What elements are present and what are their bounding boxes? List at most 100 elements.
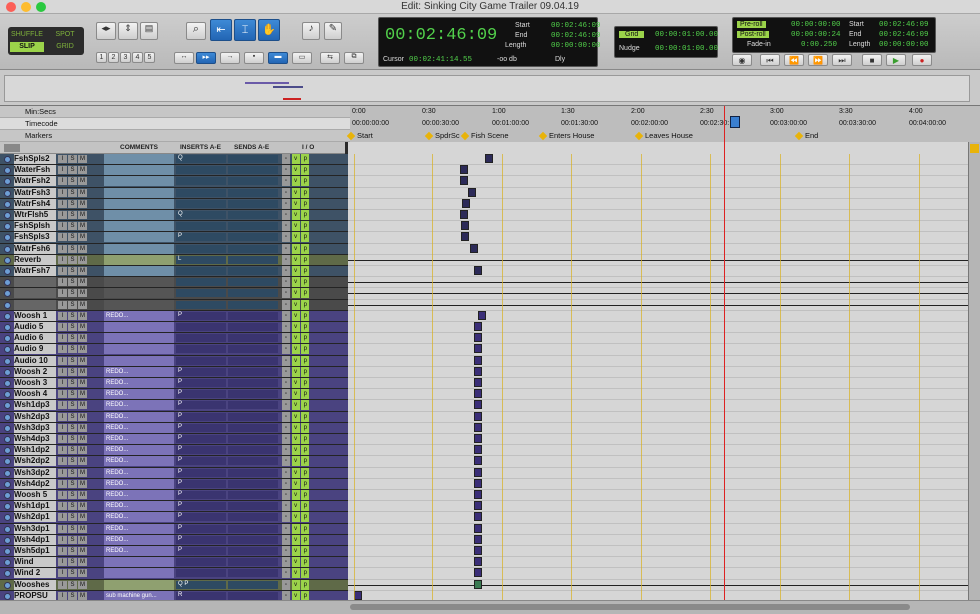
track-view-icon[interactable] <box>4 156 11 163</box>
track-row[interactable]: Wsh2dp1 I S M REDO... P ▫ v p <box>0 512 348 524</box>
track-comment[interactable]: REDO... <box>104 366 174 377</box>
timeline-lane[interactable] <box>348 546 968 558</box>
online-icon[interactable]: ◉ <box>732 54 752 66</box>
track-sends[interactable] <box>228 199 278 208</box>
track-name[interactable]: Wsh3dp1 <box>14 523 56 534</box>
io-pan-icon[interactable]: p <box>301 501 310 512</box>
io-pan-icon[interactable]: p <box>301 254 310 265</box>
return-to-zero-icon[interactable]: ⏮ <box>760 54 780 66</box>
play-icon[interactable]: ▶ <box>886 54 906 66</box>
io-volume-icon[interactable]: v <box>291 456 300 467</box>
io-type-icon[interactable]: ▫ <box>282 198 290 209</box>
end-value[interactable]: 00:02:46:09 <box>551 32 601 40</box>
grabber-tool-icon[interactable]: ✋ <box>258 19 280 41</box>
track-io[interactable]: ▫ v p <box>282 333 338 344</box>
horizontal-scroll-thumb[interactable] <box>350 604 910 610</box>
io-volume-icon[interactable]: v <box>291 546 300 556</box>
track-comment[interactable]: REDO... <box>104 456 174 467</box>
track-sends[interactable] <box>228 300 278 309</box>
io-type-icon[interactable]: ▫ <box>282 490 290 500</box>
track-io[interactable]: ▫ v p <box>282 523 338 534</box>
overview-timeline[interactable] <box>4 75 970 102</box>
timeline-lane[interactable] <box>348 154 968 166</box>
io-type-icon[interactable]: ▫ <box>282 187 290 198</box>
track-view-icon[interactable] <box>4 290 11 298</box>
zoom-out-icon[interactable]: ◂▸ <box>96 22 116 40</box>
track-sends[interactable] <box>228 547 278 555</box>
track-comment[interactable] <box>104 243 174 254</box>
track-inserts[interactable]: P <box>176 379 226 387</box>
track-view-icon[interactable] <box>4 447 11 455</box>
io-type-icon[interactable]: ▫ <box>282 590 290 600</box>
tc-length-value[interactable]: 00:00:00:00 <box>879 41 929 49</box>
track-view-icon[interactable] <box>4 268 11 275</box>
track-io[interactable]: ▫ v p <box>282 422 338 433</box>
track-io[interactable]: ▫ v p <box>282 534 338 545</box>
track-comment[interactable]: REDO... <box>104 501 174 512</box>
track-sends[interactable] <box>228 412 278 421</box>
track-inserts[interactable] <box>176 199 226 208</box>
io-volume-icon[interactable]: v <box>291 198 300 209</box>
input-monitor-button[interactable]: I <box>58 356 67 365</box>
input-monitor-button[interactable]: I <box>58 311 67 320</box>
input-monitor-button[interactable]: I <box>58 457 67 466</box>
track-name[interactable]: Woosh 4 <box>14 389 56 400</box>
input-monitor-button[interactable]: I <box>58 446 67 455</box>
track-comment[interactable]: REDO... <box>104 467 174 478</box>
solo-button[interactable]: S <box>68 591 77 600</box>
track-io[interactable]: ▫ v p <box>282 355 338 366</box>
io-volume-icon[interactable]: v <box>291 434 300 444</box>
audio-clip[interactable] <box>474 445 482 455</box>
mute-button[interactable]: M <box>78 255 87 264</box>
io-pan-icon[interactable]: p <box>301 322 310 332</box>
audio-clip[interactable] <box>468 187 476 197</box>
zoom-preset-1[interactable]: 1 <box>96 52 107 63</box>
timeline-lane[interactable] <box>348 322 968 334</box>
track-comment[interactable] <box>104 344 174 355</box>
io-type-icon[interactable]: ▫ <box>282 154 290 164</box>
track-row[interactable]: Reverb I S M L ▫ v p <box>0 254 348 266</box>
track-io[interactable]: ▫ v p <box>282 478 338 489</box>
io-pan-icon[interactable]: p <box>301 187 310 198</box>
mute-button[interactable]: M <box>78 479 87 488</box>
track-inserts[interactable]: P <box>176 446 226 455</box>
postroll-label[interactable]: Post-roll <box>737 31 769 38</box>
track-sends[interactable] <box>228 524 278 533</box>
track-sends[interactable] <box>228 255 278 264</box>
input-monitor-button[interactable]: I <box>58 569 67 578</box>
audio-clip[interactable] <box>474 355 482 365</box>
track-name[interactable]: WatrFsh4 <box>14 198 56 209</box>
mute-button[interactable]: M <box>78 569 87 578</box>
track-inserts[interactable] <box>176 244 226 253</box>
timeline-lane[interactable] <box>348 422 968 434</box>
audio-clip[interactable] <box>474 422 482 432</box>
track-comment[interactable] <box>104 277 174 288</box>
io-pan-icon[interactable]: p <box>301 266 310 276</box>
track-sends[interactable] <box>228 580 278 589</box>
track-sends[interactable] <box>228 356 278 365</box>
track-io[interactable]: ▫ v p <box>282 445 338 456</box>
io-type-icon[interactable]: ▫ <box>282 411 290 422</box>
input-monitor-button[interactable]: I <box>58 177 67 186</box>
io-pan-icon[interactable]: p <box>301 243 310 254</box>
track-row[interactable]: FshSpls3 I S M P ▫ v p <box>0 232 348 244</box>
track-io[interactable]: ▫ v p <box>282 344 338 355</box>
mute-button[interactable]: M <box>78 188 87 197</box>
audio-clip[interactable] <box>474 467 482 477</box>
timeline-lane[interactable] <box>348 176 968 188</box>
track-row[interactable]: WatrFsh2 I S M ▫ v p <box>0 176 348 188</box>
input-monitor-button[interactable]: I <box>58 423 67 432</box>
mute-button[interactable]: M <box>78 278 87 287</box>
input-monitor-button[interactable]: I <box>58 367 67 376</box>
track-row[interactable]: FshSpls2 I S M Q ▫ v p <box>0 154 348 166</box>
track-io[interactable]: ▫ v p <box>282 198 338 209</box>
preroll-value[interactable]: 00:00:00:00 <box>791 21 841 29</box>
io-type-icon[interactable]: ▫ <box>282 568 290 579</box>
track-name[interactable]: Wsh2dp2 <box>14 456 56 467</box>
solo-button[interactable]: S <box>68 412 77 421</box>
track-comment[interactable] <box>104 210 174 220</box>
io-pan-icon[interactable]: p <box>301 490 310 500</box>
solo-button[interactable]: S <box>68 491 77 499</box>
solo-button[interactable]: S <box>68 166 77 175</box>
audio-clip[interactable] <box>474 478 482 488</box>
